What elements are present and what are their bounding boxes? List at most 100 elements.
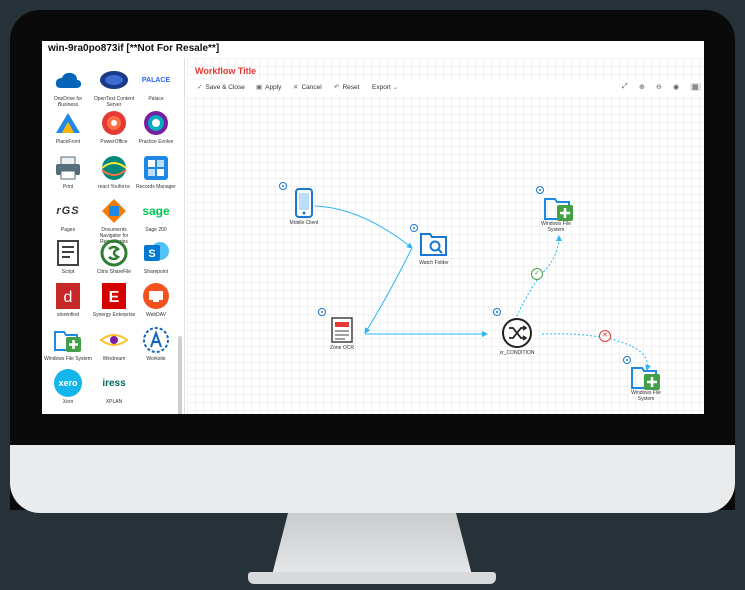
tile-label: storenfind — [57, 312, 79, 318]
zone-ocr-icon — [331, 317, 353, 343]
window-title: win-9ra0po873if [**Not For Resale**] — [48, 43, 220, 54]
tile-label: Pages — [60, 227, 76, 233]
tile-windream[interactable]: Windream — [90, 325, 138, 362]
node-label: Windows File System — [631, 390, 661, 402]
tile-sharefile[interactable]: Citrix ShareFile — [90, 238, 138, 275]
sage-icon: sage — [141, 196, 171, 226]
windows-file-system-icon — [53, 325, 83, 355]
tile-youforce[interactable]: react Youforce — [90, 153, 138, 190]
tile-practice-evolve[interactable]: Practice Evolve — [132, 108, 180, 145]
svg-text:d: d — [64, 289, 73, 306]
connector-mobile-to-watch[interactable] — [314, 205, 413, 249]
mobile-phone-icon — [295, 188, 313, 218]
tile-windows-file-system[interactable]: Windows File System — [44, 325, 92, 362]
tile-records-manager[interactable]: Records Manager — [132, 153, 180, 190]
fail-x-icon: ✕ — [599, 330, 611, 342]
palace-icon: PALACE — [141, 65, 171, 95]
tile-placefront[interactable]: PlaceFront — [44, 108, 92, 145]
connector-palette: OneDrive for Business OpenText Content S… — [42, 58, 182, 414]
tile-webdav[interactable]: WebDAV — [132, 281, 180, 318]
tile-xero[interactable]: xero Xero — [44, 368, 92, 405]
sidebar-scrollbar[interactable] — [178, 336, 182, 414]
node-mobile-client[interactable] — [292, 188, 316, 218]
sharefile-icon — [99, 238, 129, 268]
tile-onedrive[interactable]: OneDrive for Business — [44, 65, 92, 108]
node-label: Zone OCR — [330, 345, 354, 351]
tile-label: OneDrive for Business — [53, 96, 83, 108]
tile-print[interactable]: Print — [44, 153, 92, 190]
monitor-base — [248, 572, 496, 584]
monitor-stand — [272, 513, 472, 575]
sage-logo-text: sage — [142, 204, 170, 218]
tile-label: Xero — [62, 399, 74, 405]
windows-file-system-icon — [631, 367, 660, 390]
youforce-icon — [99, 153, 129, 183]
iress-logo-text: iress — [102, 377, 126, 389]
node-label: xr_CONDITION — [499, 350, 535, 356]
windream-icon — [99, 325, 129, 355]
tile-opentext[interactable]: OpenText Content Server — [90, 65, 138, 108]
tile-script[interactable]: Script — [44, 238, 92, 275]
tile-synergy[interactable]: E Synergy Enterprise — [90, 281, 138, 318]
storenfind-icon: d — [53, 281, 83, 311]
node-zone-ocr[interactable] — [329, 316, 355, 344]
tile-label: Synergy Enterprise — [92, 312, 136, 318]
tile-sharepoint[interactable]: S Sharepoint — [132, 238, 180, 275]
tile-label: Palace — [148, 96, 164, 102]
tile-label: react Youforce — [98, 184, 130, 190]
success-check-icon: ✓ — [531, 268, 543, 280]
documents-navigator-icon — [99, 196, 129, 226]
monitor-chin — [10, 445, 735, 513]
node-select-dot[interactable] — [493, 308, 501, 316]
rgs-logo-text: rGS — [56, 205, 80, 217]
records-manager-icon — [141, 153, 171, 183]
tile-label: Print — [62, 184, 74, 190]
tile-label: PowerOffice — [100, 139, 128, 145]
app-window: win-9ra0po873if [**Not For Resale**] One… — [42, 41, 704, 414]
practice-evolve-icon — [141, 108, 171, 138]
tile-label: Worksite — [146, 356, 166, 362]
tile-label: Windows File System — [44, 356, 92, 362]
node-condition[interactable] — [501, 317, 533, 349]
node-watch-folder[interactable] — [419, 230, 449, 258]
sharepoint-icon: S — [141, 238, 171, 268]
tile-label: Citrix ShareFile — [96, 269, 132, 275]
xero-logo-text: xero — [54, 369, 82, 397]
rgs-icon: rGS — [53, 196, 83, 226]
node-select-dot[interactable] — [410, 224, 418, 232]
panel-divider — [184, 58, 185, 414]
tile-worksite[interactable]: Worksite — [132, 325, 180, 362]
window-titlebar: win-9ra0po873if [**Not For Resale**] — [42, 41, 704, 58]
node-label: Windows File System — [541, 221, 571, 233]
windows-file-system-icon — [544, 198, 573, 221]
tile-label: Sage 200 — [145, 227, 167, 233]
node-label: Watch Folder — [419, 260, 449, 266]
tile-xplan[interactable]: iress XPLAN — [90, 368, 138, 406]
watch-folder-icon — [420, 233, 447, 256]
iress-icon: iress — [99, 368, 129, 398]
node-select-dot[interactable] — [318, 308, 326, 316]
tile-poweroffice[interactable]: PowerOffice — [90, 108, 138, 145]
tile-label: OpenText Content Server — [93, 96, 135, 108]
printer-icon — [53, 153, 83, 183]
script-icon — [53, 238, 83, 268]
tile-palace[interactable]: PALACE Palace — [132, 65, 180, 103]
opentext-icon — [99, 65, 129, 95]
tile-label: XPLAN — [105, 399, 123, 405]
webdav-icon — [141, 281, 171, 311]
synergy-icon: E — [99, 281, 129, 311]
connector-watch-to-zone[interactable] — [364, 247, 413, 334]
node-select-dot[interactable] — [279, 182, 287, 190]
tile-label: Practice Evolve — [138, 139, 174, 145]
node-windows-file-system-fail[interactable] — [630, 362, 662, 392]
tile-rgs[interactable]: rGS Pages — [44, 196, 92, 233]
tile-storenfind[interactable]: d storenfind — [44, 281, 92, 318]
clipped-row — [52, 58, 172, 62]
svg-text:E: E — [109, 289, 120, 306]
workflow-canvas[interactable]: Workflow Title ✓ Save & Close ▣ Apply ✕ Can… — [187, 58, 704, 414]
tile-label: Windream — [102, 356, 126, 362]
tile-label: Script — [61, 269, 75, 275]
placefront-icon — [53, 108, 83, 138]
node-windows-file-system-success[interactable] — [543, 193, 575, 223]
tile-sage[interactable]: sage Sage 200 — [132, 196, 180, 233]
